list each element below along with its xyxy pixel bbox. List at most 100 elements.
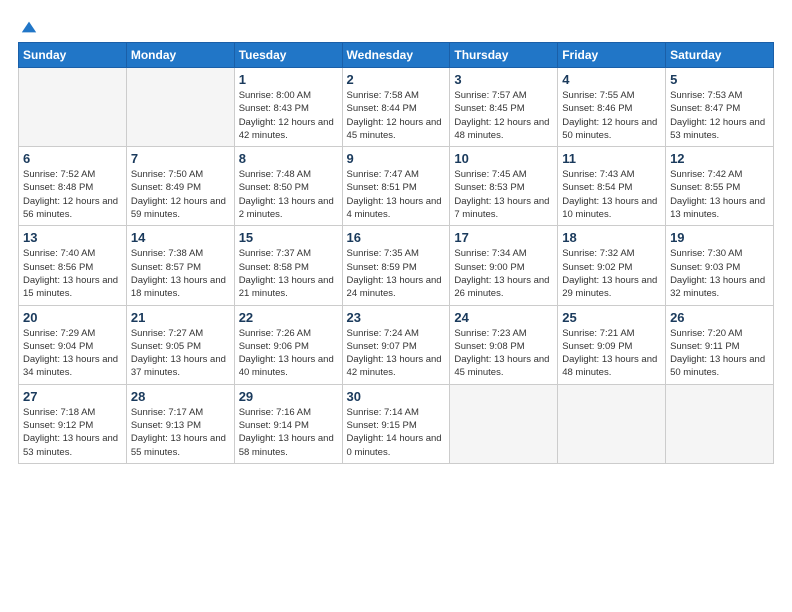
calendar-table: SundayMondayTuesdayWednesdayThursdayFrid…: [18, 42, 774, 464]
day-info: Sunrise: 7:43 AMSunset: 8:54 PMDaylight:…: [562, 168, 661, 221]
day-info: Sunrise: 7:34 AMSunset: 9:00 PMDaylight:…: [454, 247, 553, 300]
day-info: Sunrise: 7:26 AMSunset: 9:06 PMDaylight:…: [239, 327, 338, 380]
day-info: Sunrise: 7:42 AMSunset: 8:55 PMDaylight:…: [670, 168, 769, 221]
calendar-cell: 25 Sunrise: 7:21 AMSunset: 9:09 PMDayligh…: [558, 305, 666, 384]
day-info: Sunrise: 7:38 AMSunset: 8:57 PMDaylight:…: [131, 247, 230, 300]
day-number: 24: [454, 310, 553, 325]
calendar-cell: 13 Sunrise: 7:40 AMSunset: 8:56 PMDayligh…: [19, 226, 127, 305]
weekday-wednesday: Wednesday: [342, 43, 450, 68]
day-number: 18: [562, 230, 661, 245]
day-info: Sunrise: 7:30 AMSunset: 9:03 PMDaylight:…: [670, 247, 769, 300]
calendar-cell: 16 Sunrise: 7:35 AMSunset: 8:59 PMDayligh…: [342, 226, 450, 305]
day-info: Sunrise: 7:29 AMSunset: 9:04 PMDaylight:…: [23, 327, 122, 380]
week-row-5: 27 Sunrise: 7:18 AMSunset: 9:12 PMDayligh…: [19, 384, 774, 463]
day-number: 30: [347, 389, 446, 404]
calendar-cell: [450, 384, 558, 463]
day-number: 22: [239, 310, 338, 325]
weekday-tuesday: Tuesday: [234, 43, 342, 68]
logo: [18, 18, 38, 34]
calendar-cell: 7 Sunrise: 7:50 AMSunset: 8:49 PMDaylight…: [126, 147, 234, 226]
day-number: 19: [670, 230, 769, 245]
calendar-cell: 18 Sunrise: 7:32 AMSunset: 9:02 PMDayligh…: [558, 226, 666, 305]
day-info: Sunrise: 7:58 AMSunset: 8:44 PMDaylight:…: [347, 89, 446, 142]
day-number: 8: [239, 151, 338, 166]
day-number: 25: [562, 310, 661, 325]
calendar-cell: 22 Sunrise: 7:26 AMSunset: 9:06 PMDayligh…: [234, 305, 342, 384]
day-info: Sunrise: 7:14 AMSunset: 9:15 PMDaylight:…: [347, 406, 446, 459]
day-number: 13: [23, 230, 122, 245]
day-info: Sunrise: 7:21 AMSunset: 9:09 PMDaylight:…: [562, 327, 661, 380]
day-info: Sunrise: 7:27 AMSunset: 9:05 PMDaylight:…: [131, 327, 230, 380]
calendar-cell: [126, 68, 234, 147]
day-info: Sunrise: 7:57 AMSunset: 8:45 PMDaylight:…: [454, 89, 553, 142]
weekday-saturday: Saturday: [666, 43, 774, 68]
weekday-monday: Monday: [126, 43, 234, 68]
day-number: 23: [347, 310, 446, 325]
calendar-cell: 6 Sunrise: 7:52 AMSunset: 8:48 PMDaylight…: [19, 147, 127, 226]
day-number: 26: [670, 310, 769, 325]
header: [18, 18, 774, 34]
day-number: 28: [131, 389, 230, 404]
day-number: 9: [347, 151, 446, 166]
day-number: 14: [131, 230, 230, 245]
calendar-cell: 10 Sunrise: 7:45 AMSunset: 8:53 PMDayligh…: [450, 147, 558, 226]
calendar-cell: 27 Sunrise: 7:18 AMSunset: 9:12 PMDayligh…: [19, 384, 127, 463]
calendar-cell: 30 Sunrise: 7:14 AMSunset: 9:15 PMDayligh…: [342, 384, 450, 463]
day-number: 16: [347, 230, 446, 245]
calendar-cell: 15Sunrise: 7:37 AMSunset: 8:58 PMDayligh…: [234, 226, 342, 305]
calendar-cell: 11 Sunrise: 7:43 AMSunset: 8:54 PMDayligh…: [558, 147, 666, 226]
calendar-cell: 29Sunrise: 7:16 AMSunset: 9:14 PMDayligh…: [234, 384, 342, 463]
day-info: Sunrise: 7:40 AMSunset: 8:56 PMDaylight:…: [23, 247, 122, 300]
day-info: Sunrise: 7:48 AMSunset: 8:50 PMDaylight:…: [239, 168, 338, 221]
day-info: Sunrise: 7:17 AMSunset: 9:13 PMDaylight:…: [131, 406, 230, 459]
week-row-3: 13 Sunrise: 7:40 AMSunset: 8:56 PMDayligh…: [19, 226, 774, 305]
day-number: 20: [23, 310, 122, 325]
day-number: 11: [562, 151, 661, 166]
calendar-cell: 19 Sunrise: 7:30 AMSunset: 9:03 PMDayligh…: [666, 226, 774, 305]
calendar-cell: 23Sunrise: 7:24 AMSunset: 9:07 PMDayligh…: [342, 305, 450, 384]
day-number: 12: [670, 151, 769, 166]
day-info: Sunrise: 7:16 AMSunset: 9:14 PMDaylight:…: [239, 406, 338, 459]
calendar-cell: 17 Sunrise: 7:34 AMSunset: 9:00 PMDayligh…: [450, 226, 558, 305]
day-info: Sunrise: 7:52 AMSunset: 8:48 PMDaylight:…: [23, 168, 122, 221]
page: SundayMondayTuesdayWednesdayThursdayFrid…: [0, 0, 792, 612]
day-info: Sunrise: 7:53 AMSunset: 8:47 PMDaylight:…: [670, 89, 769, 142]
day-number: 10: [454, 151, 553, 166]
day-info: Sunrise: 7:35 AMSunset: 8:59 PMDaylight:…: [347, 247, 446, 300]
day-number: 6: [23, 151, 122, 166]
day-info: Sunrise: 7:18 AMSunset: 9:12 PMDaylight:…: [23, 406, 122, 459]
calendar-cell: 9 Sunrise: 7:47 AMSunset: 8:51 PMDaylight…: [342, 147, 450, 226]
calendar-cell: 28 Sunrise: 7:17 AMSunset: 9:13 PMDayligh…: [126, 384, 234, 463]
calendar-cell: 8 Sunrise: 7:48 AMSunset: 8:50 PMDaylight…: [234, 147, 342, 226]
weekday-friday: Friday: [558, 43, 666, 68]
calendar-cell: [19, 68, 127, 147]
logo-icon: [20, 18, 38, 36]
day-info: Sunrise: 7:47 AMSunset: 8:51 PMDaylight:…: [347, 168, 446, 221]
day-number: 27: [23, 389, 122, 404]
calendar-cell: 26 Sunrise: 7:20 AMSunset: 9:11 PMDayligh…: [666, 305, 774, 384]
day-number: 2: [347, 72, 446, 87]
calendar-cell: 20 Sunrise: 7:29 AMSunset: 9:04 PMDayligh…: [19, 305, 127, 384]
day-number: 17: [454, 230, 553, 245]
weekday-thursday: Thursday: [450, 43, 558, 68]
day-info: Sunrise: 7:32 AMSunset: 9:02 PMDaylight:…: [562, 247, 661, 300]
day-info: Sunrise: 7:20 AMSunset: 9:11 PMDaylight:…: [670, 327, 769, 380]
day-number: 5: [670, 72, 769, 87]
day-number: 15: [239, 230, 338, 245]
day-info: Sunrise: 7:55 AMSunset: 8:46 PMDaylight:…: [562, 89, 661, 142]
day-number: 1: [239, 72, 338, 87]
week-row-1: 1Sunrise: 8:00 AMSunset: 8:43 PMDaylight…: [19, 68, 774, 147]
calendar-cell: 4Sunrise: 7:55 AMSunset: 8:46 PMDaylight…: [558, 68, 666, 147]
calendar-cell: 21 Sunrise: 7:27 AMSunset: 9:05 PMDayligh…: [126, 305, 234, 384]
calendar-cell: 5 Sunrise: 7:53 AMSunset: 8:47 PMDaylight…: [666, 68, 774, 147]
logo-text: [18, 18, 38, 36]
day-number: 7: [131, 151, 230, 166]
day-info: Sunrise: 7:45 AMSunset: 8:53 PMDaylight:…: [454, 168, 553, 221]
calendar-cell: 24Sunrise: 7:23 AMSunset: 9:08 PMDayligh…: [450, 305, 558, 384]
day-number: 21: [131, 310, 230, 325]
weekday-sunday: Sunday: [19, 43, 127, 68]
week-row-4: 20 Sunrise: 7:29 AMSunset: 9:04 PMDayligh…: [19, 305, 774, 384]
calendar-cell: 12 Sunrise: 7:42 AMSunset: 8:55 PMDayligh…: [666, 147, 774, 226]
calendar-cell: 3Sunrise: 7:57 AMSunset: 8:45 PMDaylight…: [450, 68, 558, 147]
day-info: Sunrise: 7:50 AMSunset: 8:49 PMDaylight:…: [131, 168, 230, 221]
